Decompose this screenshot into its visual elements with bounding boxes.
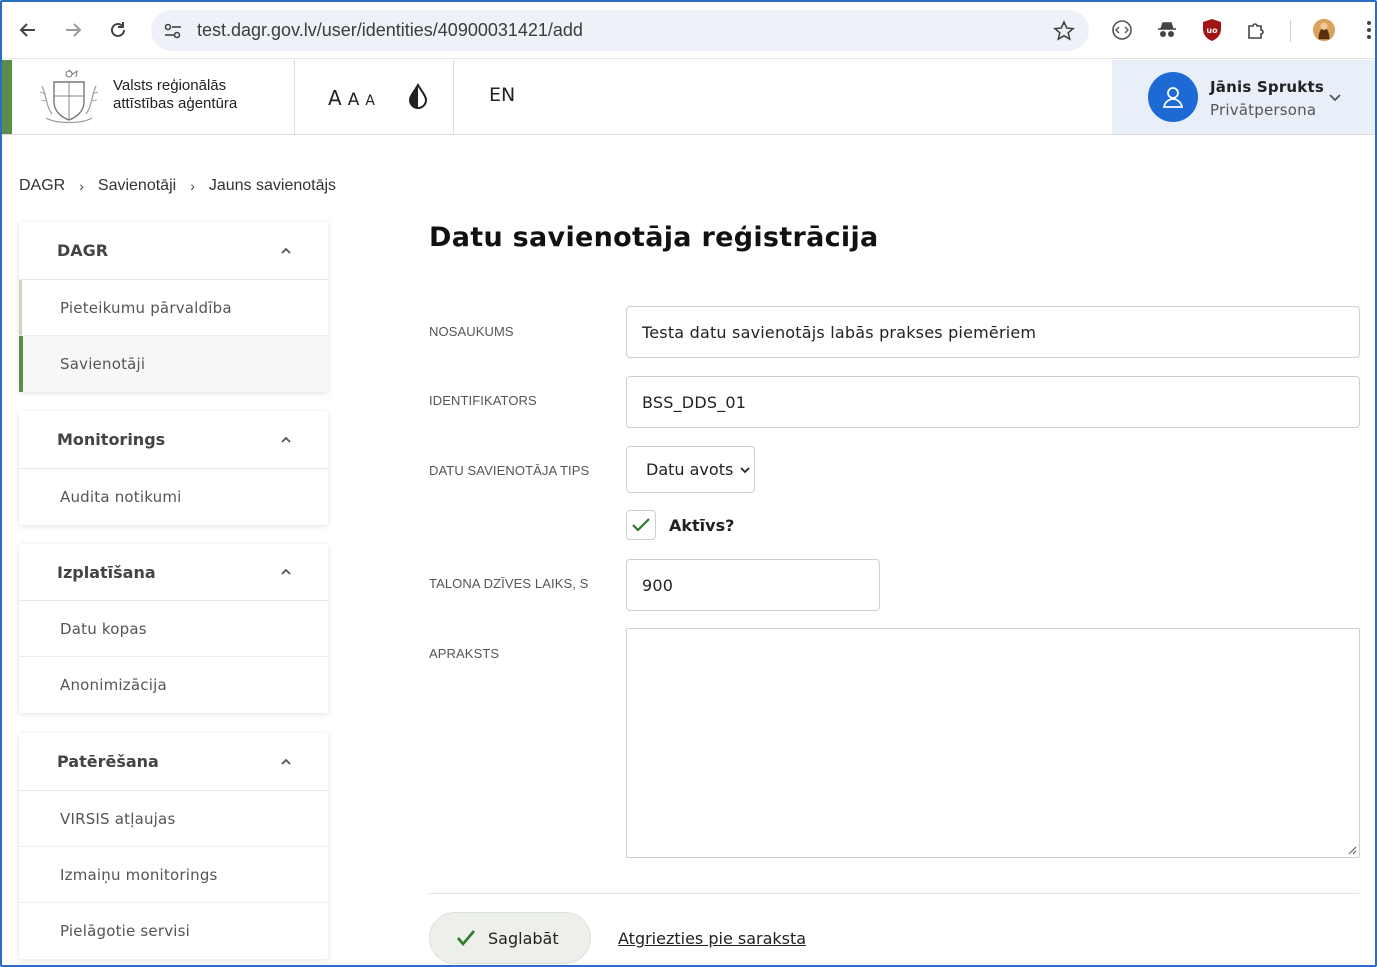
active-checkbox-label[interactable]: Aktīvs?: [669, 516, 734, 535]
save-button-label: Saglabāt: [488, 928, 559, 948]
bookmark-star-icon[interactable]: [1053, 20, 1075, 42]
site-header: Valsts reģionālās attīstības aģentūra A …: [2, 60, 1375, 135]
name-label: NOSAUKUMS: [429, 324, 514, 339]
sidebar-group-dagr: DAGR Pieteikumu pārvaldība Savienotāji: [19, 222, 328, 392]
connector-type-select[interactable]: Datu avots: [626, 446, 755, 493]
sidebar-group-header[interactable]: Izplatīšana: [19, 544, 328, 601]
address-bar[interactable]: test.dagr.gov.lv/user/identities/4090003…: [151, 10, 1089, 51]
page-title: Datu savienotāja reģistrācija: [429, 222, 879, 253]
site-settings-icon[interactable]: [163, 21, 183, 41]
ublock-shield-icon[interactable]: uo: [1200, 18, 1224, 42]
brand-strip: [2, 60, 12, 134]
name-input-value: Testa datu savienotājs labās prakses pie…: [642, 322, 1037, 342]
font-size-small[interactable]: A: [365, 93, 375, 109]
chevron-right-icon: ›: [79, 178, 84, 194]
svg-text:uo: uo: [1206, 26, 1218, 35]
breadcrumb-item[interactable]: Savienotāji: [98, 177, 176, 195]
browser-menu-icon[interactable]: [1357, 18, 1375, 42]
token-lifetime-value: 900: [642, 575, 674, 595]
token-lifetime-input[interactable]: 900: [626, 559, 880, 611]
name-input[interactable]: Testa datu savienotājs labās prakses pie…: [626, 306, 1360, 358]
token-lifetime-label: TALONA DZĪVES LAIKS, S: [429, 576, 589, 591]
font-size-control: A A A: [328, 86, 375, 110]
extension-code-icon[interactable]: [1110, 18, 1134, 42]
description-label: APRAKSTS: [429, 646, 500, 661]
profile-avatar-icon[interactable]: [1312, 18, 1336, 42]
sidebar-item-izmainu-monitorings[interactable]: Izmaiņu monitorings: [19, 847, 328, 903]
breadcrumb: DAGR › Savienotāji › Jauns savienotājs: [19, 177, 336, 195]
header-divider: [294, 60, 295, 134]
check-icon: [632, 518, 650, 532]
sidebar-item-audita-notikumi[interactable]: Audita notikumi: [19, 469, 328, 525]
sidebar-item-datu-kopas[interactable]: Datu kopas: [19, 601, 328, 657]
chevron-up-icon: [281, 247, 291, 254]
chevron-up-icon: [281, 758, 291, 765]
reload-icon[interactable]: [104, 16, 132, 44]
coat-of-arms-logo[interactable]: [36, 66, 102, 128]
identifier-input[interactable]: BSS_DDS_01: [626, 376, 1360, 428]
sidebar-group-header[interactable]: Monitorings: [19, 411, 328, 469]
sidebar-item-anonimizacija[interactable]: Anonimizācija: [19, 657, 328, 713]
font-size-large[interactable]: A: [328, 86, 342, 110]
connector-type-label: DATU SAVIENOTĀJA TIPS: [429, 463, 590, 478]
connector-type-value: Datu avots: [646, 460, 734, 479]
font-size-medium[interactable]: A: [348, 90, 360, 110]
browser-toolbar: test.dagr.gov.lv/user/identities/4090003…: [2, 2, 1375, 59]
back-arrow-icon[interactable]: [14, 16, 42, 44]
user-avatar: [1148, 72, 1198, 122]
browser-window: test.dagr.gov.lv/user/identities/4090003…: [0, 0, 1377, 967]
resize-grip-icon[interactable]: [1347, 845, 1357, 855]
sidebar-group-paterasana: Patērēšana VIRSIS atļaujas Izmaiņu monit…: [19, 733, 328, 959]
header-divider: [453, 60, 454, 134]
chevron-down-icon[interactable]: [1328, 90, 1342, 104]
sidebar-group-monitorings: Monitorings Audita notikumi: [19, 411, 328, 525]
breadcrumb-item[interactable]: DAGR: [19, 177, 65, 195]
user-role: Privātpersona: [1210, 101, 1317, 119]
back-to-list-link[interactable]: Atgriezties pie saraksta: [618, 929, 806, 948]
chevron-up-icon: [281, 568, 291, 575]
description-textarea[interactable]: [626, 628, 1360, 858]
url-text[interactable]: test.dagr.gov.lv/user/identities/4090003…: [197, 20, 583, 41]
form-divider: [429, 893, 1359, 894]
sidebar-group-header[interactable]: DAGR: [19, 222, 328, 280]
check-icon: [457, 930, 475, 947]
extension-spy-icon[interactable]: [1155, 18, 1179, 42]
user-menu[interactable]: Jānis Sprukts Privātpersona: [1112, 60, 1375, 134]
toolbar-separator: [1290, 20, 1291, 42]
sidebar-item-pieteikumu-parvaldiba[interactable]: Pieteikumu pārvaldība: [19, 280, 328, 336]
sidebar-group-header[interactable]: Patērēšana: [19, 733, 328, 791]
user-name: Jānis Sprukts: [1210, 78, 1324, 96]
language-switch[interactable]: EN: [489, 84, 515, 106]
forward-arrow-icon[interactable]: [59, 16, 87, 44]
active-checkbox[interactable]: [626, 510, 656, 540]
sidebar-item-savienotaji[interactable]: Savienotāji: [19, 336, 328, 392]
user-icon: [1162, 87, 1184, 108]
breadcrumb-item-current: Jauns savienotājs: [208, 177, 337, 194]
identifier-label: IDENTIFIKATORS: [429, 393, 537, 408]
chevron-right-icon: ›: [190, 178, 195, 194]
identifier-input-value: BSS_DDS_01: [642, 392, 747, 412]
sidebar-item-virsis-atlaujas[interactable]: VIRSIS atļaujas: [19, 791, 328, 847]
chevron-up-icon: [281, 436, 291, 443]
extensions-puzzle-icon[interactable]: [1245, 18, 1269, 42]
sidebar-group-izplatisana: Izplatīšana Datu kopas Anonimizācija: [19, 544, 328, 713]
agency-name[interactable]: Valsts reģionālās attīstības aģentūra: [113, 77, 283, 113]
sidebar-item-pielagotie-servisi[interactable]: Pielāgotie servisi: [19, 903, 328, 959]
contrast-drop-icon[interactable]: [407, 83, 429, 109]
chevron-down-icon: [740, 466, 750, 473]
save-button[interactable]: Saglabāt: [429, 912, 591, 964]
